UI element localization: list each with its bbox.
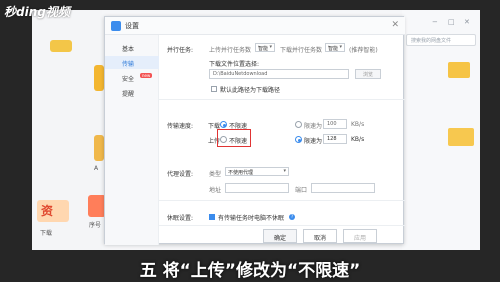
dialog-title: 设置 — [125, 22, 139, 30]
divider — [159, 200, 405, 201]
sleep-section-label: 休眠设置: — [167, 215, 194, 222]
screen: A 资 序号 下载 − □ ✕ 搜索我的网盘文件 设置 ✕ 基本 传输 安全 n… — [32, 10, 480, 250]
background-app-left: A 资 序号 下载 — [32, 10, 106, 250]
download-limit-input[interactable]: 100 — [323, 119, 347, 129]
background-app-right: − □ ✕ 搜索我的网盘文件 — [402, 10, 480, 250]
upload-limit-label: 限速为 — [304, 138, 323, 145]
download-unit: KB/s — [351, 121, 365, 128]
download-limit-label: 限速为 — [304, 123, 323, 130]
promo-banner: 资 — [37, 200, 69, 222]
proxy-type-select[interactable]: 不使用代理 — [225, 167, 289, 176]
settings-sidebar: 基本 传输 安全 new 提醒 — [105, 35, 159, 245]
proxy-section-label: 代理设置: — [167, 171, 194, 178]
speed-section-label: 传输速度: — [167, 123, 194, 130]
thumbnail — [50, 40, 72, 52]
default-path-checkbox[interactable] — [211, 86, 217, 92]
folder-icon — [448, 128, 474, 146]
download-location-label: 下载文件位置选择: — [209, 61, 260, 68]
file-label: 序号 — [89, 222, 102, 229]
cancel-button[interactable]: 取消 — [303, 229, 337, 243]
new-badge: new — [140, 73, 153, 78]
file-label: 下载 — [40, 230, 53, 237]
proxy-type-label: 类型 — [209, 171, 222, 178]
settings-content: 并行任务: 上传并行任务数 智能 下载并行任务数 智能 (推荐智能) 下载文件位… — [159, 35, 405, 245]
download-parallel-select[interactable]: 智能 — [325, 43, 345, 52]
sidebar-item-transfer[interactable]: 传输 — [105, 56, 159, 69]
folder-icon — [94, 65, 104, 91]
maximize-icon[interactable]: □ — [448, 18, 455, 26]
sidebar-item-label: 安全 — [122, 76, 135, 83]
sidebar-item-reminder[interactable]: 提醒 — [105, 86, 159, 99]
download-path-input[interactable]: D:\BaiduNetdownload — [209, 69, 349, 79]
folder-icon — [448, 62, 470, 78]
proxy-address-input[interactable] — [225, 183, 289, 193]
sidebar-item-security[interactable]: 安全 new — [105, 71, 159, 84]
promo-text: 资 — [41, 204, 54, 218]
sleep-checkbox[interactable] — [209, 214, 215, 220]
parallel-section-label: 并行任务: — [167, 47, 194, 54]
divider — [159, 99, 405, 100]
settings-icon — [111, 21, 121, 31]
divider — [159, 225, 405, 226]
minimize-icon[interactable]: − — [432, 18, 438, 26]
proxy-port-label: 端口 — [295, 187, 308, 194]
search-input[interactable]: 搜索我的网盘文件 — [406, 34, 476, 46]
help-icon[interactable]: ? — [289, 214, 295, 220]
sleep-label: 有传输任务时电脑不休眠 — [218, 215, 285, 222]
download-unlimited-radio[interactable] — [220, 121, 227, 128]
watermark-logo: 秒ding视频 — [4, 5, 70, 19]
settings-dialog: 设置 ✕ 基本 传输 安全 new 提醒 并行任务: 上传并行任务数 智能 下载… — [104, 16, 405, 245]
sidebar-item-basic[interactable]: 基本 — [105, 41, 159, 54]
upload-parallel-select[interactable]: 智能 — [255, 43, 275, 52]
caption: 五 将“上传”修改为“不限速” — [139, 261, 361, 281]
proxy-port-input[interactable] — [311, 183, 375, 193]
close-icon[interactable]: ✕ — [464, 18, 470, 26]
default-path-label: 默认此路径为下载路径 — [220, 87, 281, 94]
close-icon[interactable]: ✕ — [391, 20, 399, 30]
upload-parallel-label: 上传并行任务数 — [209, 47, 252, 54]
proxy-address-label: 地址 — [209, 187, 222, 194]
dialog-titlebar: 设置 ✕ — [105, 17, 405, 35]
folder-icon — [94, 135, 104, 161]
upload-unit: KB/s — [351, 136, 365, 143]
download-limit-radio[interactable] — [295, 121, 302, 128]
file-label: A — [94, 165, 99, 172]
apply-button[interactable]: 应用 — [343, 229, 377, 243]
upload-limit-input[interactable]: 128 — [323, 134, 347, 144]
parallel-hint: (推荐智能) — [349, 47, 378, 54]
browse-button[interactable]: 浏览 — [355, 69, 381, 79]
ok-button[interactable]: 确定 — [263, 229, 297, 243]
upload-limit-radio[interactable] — [295, 136, 302, 143]
highlight-box — [217, 129, 251, 147]
download-parallel-label: 下载并行任务数 — [280, 47, 323, 54]
